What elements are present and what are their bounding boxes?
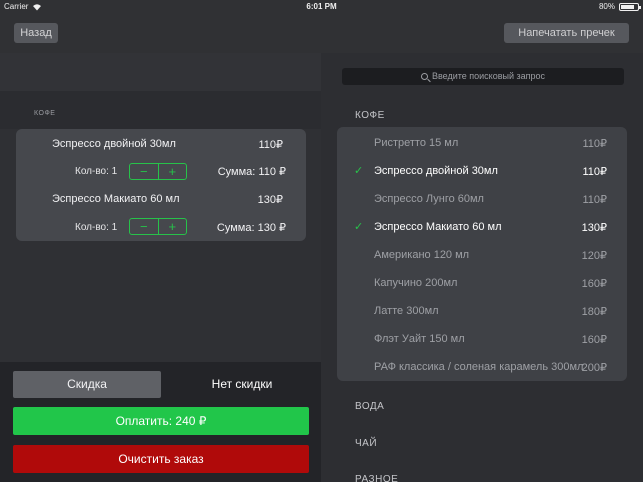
category-water[interactable]: ВОДА [355, 401, 384, 412]
search-placeholder: Введите поисковый запрос [431, 71, 546, 81]
order-item-price: 130₽ [257, 194, 283, 206]
menu-item-price: 180₽ [581, 306, 607, 318]
order-top-band [0, 53, 321, 91]
pay-button[interactable]: Оплатить: 240 ₽ [13, 407, 309, 435]
menu-item-price: 110₽ [582, 166, 607, 178]
plus-button[interactable]: + [157, 164, 187, 179]
checkmark-icon: ✓ [354, 221, 364, 233]
order-item-sum: Сумма: 130 ₽ [216, 222, 286, 234]
order-item-qty: Кол-во: 1 [75, 166, 118, 177]
category-tea[interactable]: ЧАЙ [355, 438, 377, 449]
minus-button[interactable]: − [130, 164, 158, 179]
menu-item-name: Эспрессо Макиато 60 мл [374, 221, 502, 233]
order-item-price: 110₽ [258, 139, 283, 151]
menu-item-name: Эспрессо Лунго 60мл [374, 193, 484, 205]
plus-button[interactable]: + [157, 219, 187, 234]
menu-item-name: Ристретто 15 мл [374, 137, 459, 149]
order-panel: КОФЕ Эспрессо двойной 30мл 110₽ Кол-во: … [0, 53, 321, 482]
menu-item-price: 160₽ [581, 278, 607, 290]
menu-item-price: 120₽ [581, 250, 607, 262]
menu-item-name: Американо 120 мл [374, 249, 470, 261]
menu-item[interactable]: Капучино 200мл 160₽ [337, 269, 627, 297]
order-item-sum: Сумма: 110 ₽ [217, 166, 286, 178]
print-precheck-button[interactable]: Напечатать пречек [504, 23, 629, 43]
menu-panel: Введите поисковый запрос КОФЕ Ристретто … [321, 53, 643, 482]
menu-item[interactable]: РАФ классика / соленая карамель 300мл 20… [337, 353, 627, 381]
status-bar: Carrier 6:01 PM 80% [0, 0, 643, 14]
order-item-name: Эспрессо двойной 30мл [52, 138, 176, 150]
menu-item[interactable]: Латте 300мл 180₽ [337, 297, 627, 325]
menu-item[interactable]: ✓ Эспрессо Макиато 60 мл 130₽ [337, 213, 627, 241]
menu-item[interactable]: ✓ Эспрессо двойной 30мл 110₽ [337, 157, 627, 185]
menu-item-price: 110₽ [582, 194, 607, 206]
menu-item[interactable]: Эспрессо Лунго 60мл 110₽ [337, 185, 627, 213]
menu-item-name: РАФ классика / соленая карамель 300мл [374, 361, 584, 373]
quantity-stepper[interactable]: − + [129, 163, 187, 180]
checkmark-icon: ✓ [354, 165, 364, 177]
menu-item-price: 110₽ [582, 138, 607, 150]
status-right: 80% [598, 2, 641, 11]
menu-item-name: Латте 300мл [374, 305, 439, 317]
order-card: Эспрессо двойной 30мл 110₽ Кол-во: 1 − +… [16, 129, 306, 241]
category-misc[interactable]: РАЗНОЕ [355, 474, 398, 482]
menu-item-price: 160₽ [581, 334, 607, 346]
menu-item[interactable]: Американо 120 мл 120₽ [337, 241, 627, 269]
battery-percent: 80% [598, 2, 615, 11]
menu-item[interactable]: Ристретто 15 мл 110₽ [337, 129, 627, 157]
menu-item-price: 130₽ [581, 222, 607, 234]
category-coffee[interactable]: КОФЕ [355, 110, 385, 121]
search-input[interactable]: Введите поисковый запрос [342, 68, 624, 85]
order-section-label: КОФЕ [34, 110, 56, 117]
status-time: 6:01 PM [306, 2, 337, 11]
menu-item-name: Эспрессо двойной 30мл [374, 165, 498, 177]
order-item-qty: Кол-во: 1 [75, 222, 118, 233]
menu-item-name: Флэт Уайт 150 мл [374, 333, 465, 345]
discount-value: Нет скидки [211, 377, 273, 391]
menu-item-name: Капучино 200мл [374, 277, 458, 289]
quantity-stepper[interactable]: − + [129, 218, 187, 235]
discount-button[interactable]: Скидка [13, 371, 161, 398]
menu-item-price: 200₽ [581, 362, 607, 374]
nav-bar: Назад Напечатать пречек [0, 14, 643, 53]
search-icon [420, 73, 428, 80]
menu-item[interactable]: Флэт Уайт 150 мл 160₽ [337, 325, 627, 353]
order-actions: Скидка Нет скидки Оплатить: 240 ₽ Очисти… [0, 362, 321, 482]
clear-order-button[interactable]: Очистить заказ [13, 445, 309, 473]
battery-fill [621, 4, 634, 9]
back-button[interactable]: Назад [14, 23, 58, 43]
menu-card: Ристретто 15 мл 110₽ ✓ Эспрессо двойной … [337, 127, 627, 381]
battery-icon [619, 2, 641, 11]
minus-button[interactable]: − [130, 219, 158, 234]
order-item-name: Эспрессо Макиато 60 мл [52, 193, 180, 205]
